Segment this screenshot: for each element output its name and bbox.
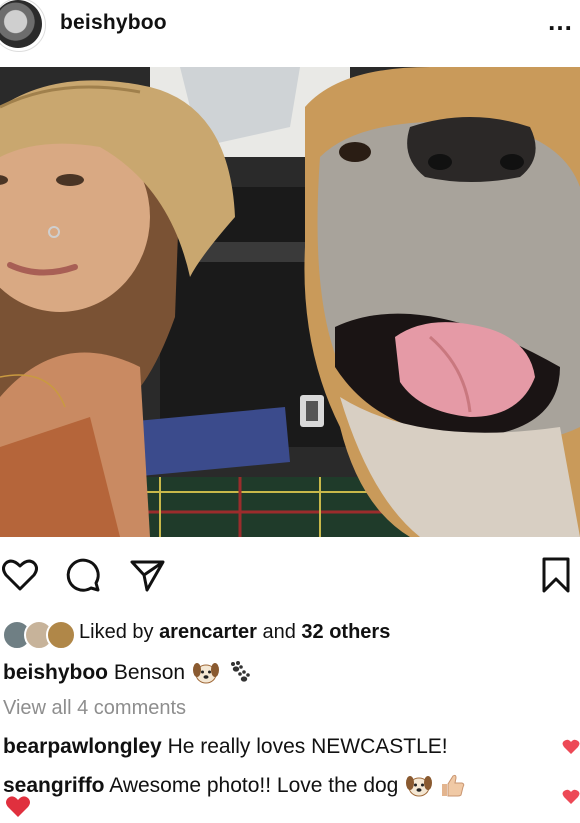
dog-face-icon [192, 661, 219, 691]
post-username[interactable]: beishyboo [60, 11, 167, 35]
likes-prefix: Liked by [79, 621, 154, 643]
view-all-comments-link[interactable]: View all 4 comments [3, 697, 186, 720]
likes-summary[interactable]: Liked by arencarter and 32 others [79, 621, 390, 644]
comment-bubble-icon[interactable] [65, 557, 101, 598]
bookmark-icon[interactable] [541, 557, 571, 598]
comment-item: bearpawlongley He really loves NEWCASTLE… [3, 735, 448, 759]
thumbs-up-icon [438, 772, 466, 804]
paper-plane-icon[interactable] [130, 559, 166, 598]
photo-illustration [0, 67, 580, 537]
paw-prints-icon [225, 659, 253, 689]
comment-like-heart-icon[interactable] [562, 789, 580, 810]
post-header: beishyboo … [0, 0, 580, 52]
action-bar [0, 555, 580, 597]
red-heart-emoji-icon [5, 796, 31, 823]
comment-username[interactable]: seangriffo [3, 774, 105, 797]
first-liker[interactable]: arencarter [159, 621, 257, 643]
post-photo[interactable] [0, 67, 580, 537]
caption-text: Benson [113, 661, 186, 684]
comment-text: He really loves NEWCASTLE! [167, 735, 448, 758]
liker-avatar[interactable] [46, 620, 76, 650]
likes-others[interactable]: 32 others [301, 621, 390, 643]
comment-username[interactable]: bearpawlongley [3, 735, 162, 758]
dog-face-icon [406, 774, 433, 804]
caption-username[interactable]: beishyboo [3, 661, 108, 684]
comment-item: seangriffo Awesome photo!! Love the dog [3, 772, 466, 804]
comment-text: Awesome photo!! Love the dog [109, 774, 399, 797]
comment-like-heart-icon[interactable] [562, 739, 580, 760]
caption: beishyboo Benson [3, 659, 253, 691]
heart-outline-icon[interactable] [2, 558, 38, 597]
more-options-icon[interactable]: … [547, 6, 574, 37]
likes-row: Liked by arencarter and 32 others [0, 618, 580, 650]
likes-joiner: and [262, 621, 296, 643]
